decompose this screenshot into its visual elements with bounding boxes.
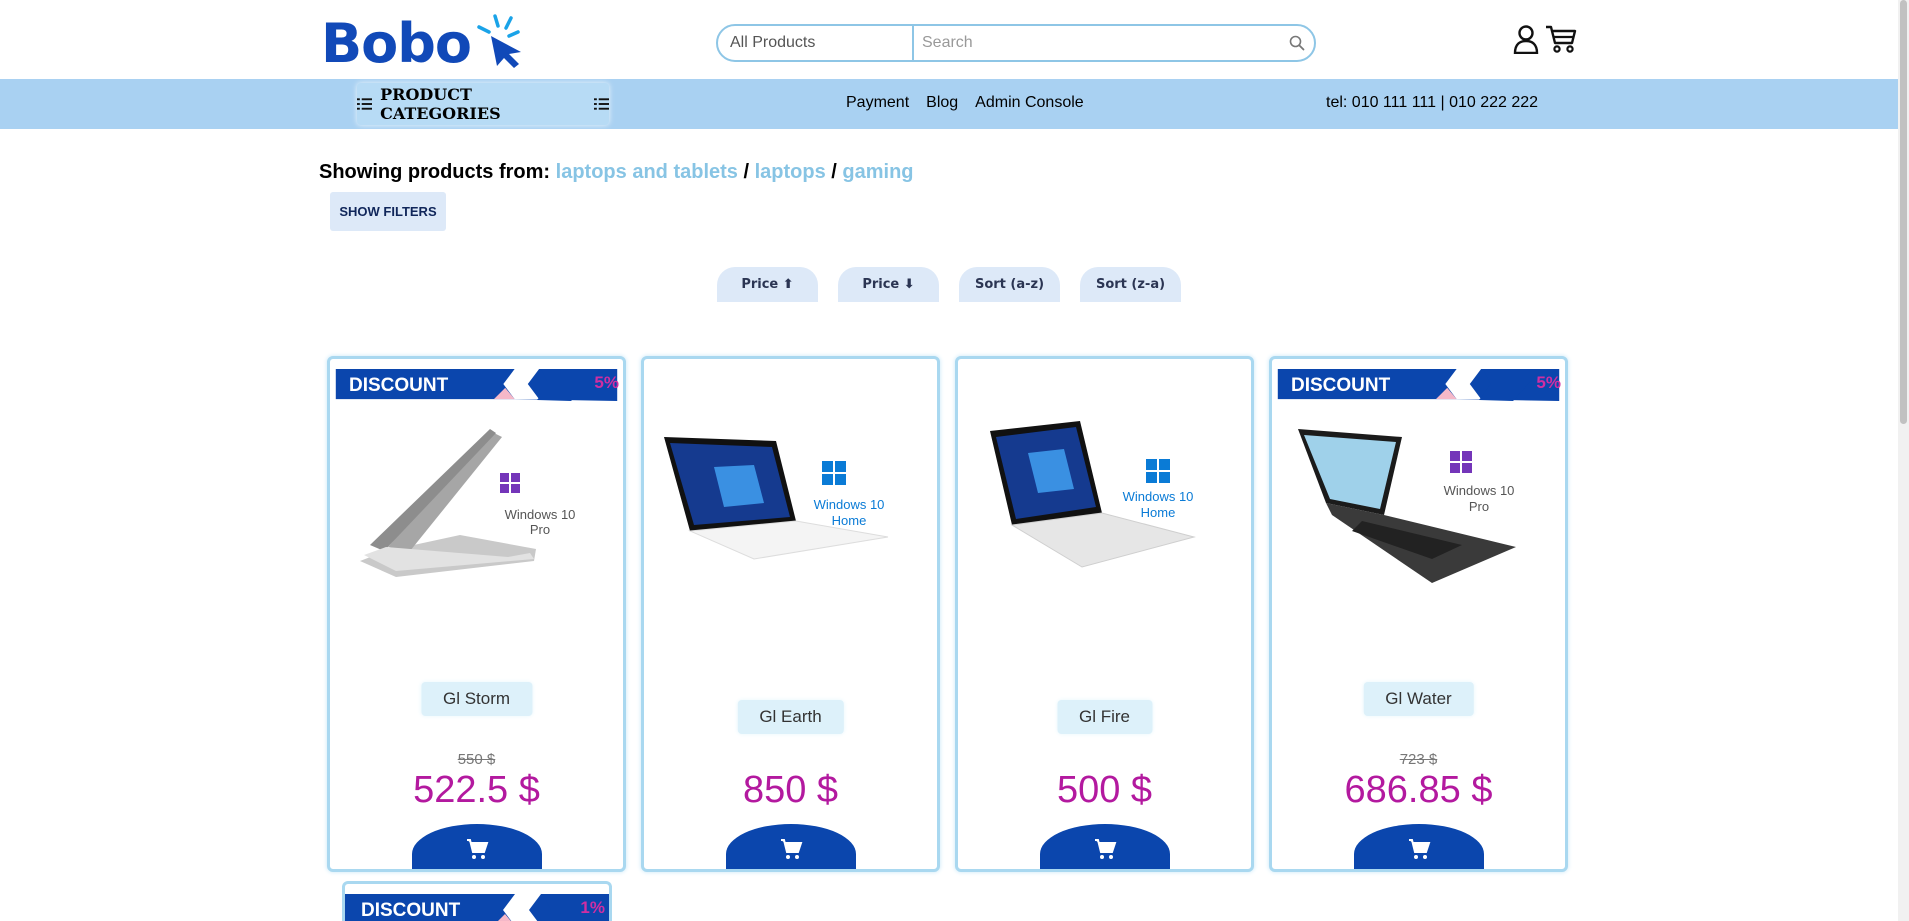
discount-label: DISCOUNT <box>361 900 461 921</box>
sort-z-a-button[interactable]: Sort (z-a) <box>1080 267 1181 302</box>
os-label: Windows 10 <box>1444 483 1515 498</box>
old-price: 550 $ <box>457 751 496 768</box>
sort-a-z-button[interactable]: Sort (a-z) <box>959 267 1060 302</box>
breadcrumb: Showing products from: laptops and table… <box>319 161 914 184</box>
product-price: 850 $ <box>742 769 839 811</box>
search-category-select[interactable]: All Products <box>718 26 914 60</box>
discount-label: DISCOUNT <box>1291 375 1391 396</box>
product-image: Windows 10 Home <box>990 421 1196 568</box>
list-icon <box>357 98 373 110</box>
add-to-cart-button[interactable] <box>1353 824 1484 869</box>
search-bar: All Products <box>716 24 1316 62</box>
product-categories-label: PRODUCT CATEGORIES <box>380 85 501 123</box>
list-icon <box>593 98 609 110</box>
os-label: Windows 10 <box>505 507 576 522</box>
product-price: 500 $ <box>1056 769 1153 811</box>
nav-link-admin-console[interactable]: Admin Console <box>975 94 1084 112</box>
breadcrumb-item[interactable]: laptops and tablets <box>556 161 738 183</box>
sort-price-desc-button[interactable]: Price ⬇ <box>838 267 939 302</box>
show-filters-button[interactable]: SHOW FILTERS <box>330 192 446 231</box>
search-icon <box>1289 35 1305 51</box>
product-card[interactable]: DISCOUNT 1% <box>342 881 612 921</box>
product-name[interactable]: Gl Storm <box>420 682 533 716</box>
product-image: Windows 10 Home <box>664 437 889 560</box>
os-label: Windows 10 <box>814 497 885 512</box>
product-card[interactable]: Windows 10 Home Gl Earth 850 $ <box>641 356 940 872</box>
discount-percent: 5% <box>1536 373 1561 392</box>
product-card[interactable]: Windows 10 Home Gl Fire 500 $ <box>955 356 1254 872</box>
os-edition: Pro <box>1469 499 1489 514</box>
cart-icon <box>780 839 802 859</box>
brand-name: Bobo <box>321 12 472 75</box>
brand-logo[interactable]: Bobo <box>321 14 531 74</box>
nav-links: Payment Blog Admin Console <box>846 94 1084 112</box>
product-price: 686.85 $ <box>1344 769 1493 811</box>
product-name[interactable]: Gl Earth <box>737 700 844 734</box>
discount-label: DISCOUNT <box>349 375 449 396</box>
product-card[interactable]: DISCOUNT 5% Windows 10 Pro Gl Storm 550 … <box>327 356 626 872</box>
user-icon[interactable] <box>1512 24 1540 54</box>
breadcrumb-prefix: Showing products from: <box>319 161 551 183</box>
scrollbar-thumb[interactable] <box>1900 0 1907 424</box>
search-input[interactable] <box>914 26 1280 60</box>
search-button[interactable] <box>1280 26 1314 60</box>
product-card[interactable]: DISCOUNT 5% Windows 10 Pro Gl Water 723 … <box>1269 356 1568 872</box>
nav-link-payment[interactable]: Payment <box>846 94 909 112</box>
breadcrumb-separator: / <box>831 161 837 183</box>
product-image: Windows 10 Pro <box>360 429 576 577</box>
product-categories-button[interactable]: PRODUCT CATEGORIES <box>357 83 609 125</box>
old-price: 723 $ <box>1399 751 1438 768</box>
phone-numbers: tel: 010 111 111 | 010 222 222 <box>1326 94 1539 111</box>
discount-percent: 5% <box>594 373 619 392</box>
page: Bobo All Products Search PRODUCT CATEGOR… <box>0 0 1909 921</box>
cart-icon <box>466 839 488 859</box>
product-price: 522.5 $ <box>413 769 540 811</box>
cart-icon <box>1094 839 1116 859</box>
nav-link-blog[interactable]: Blog <box>926 94 958 112</box>
product-image: Windows 10 Pro <box>1298 429 1516 583</box>
add-to-cart-button[interactable] <box>411 824 542 869</box>
add-to-cart-button[interactable] <box>725 824 856 869</box>
sort-price-asc-button[interactable]: Price ⬆ <box>717 267 818 302</box>
product-name[interactable]: Gl Water <box>1363 682 1474 716</box>
product-name[interactable]: Gl Fire <box>1057 700 1152 734</box>
os-edition: Pro <box>530 522 550 537</box>
cart-icon <box>1408 839 1430 859</box>
discount-percent: 1% <box>580 898 605 917</box>
sort-options: Price ⬆ Price ⬇ Sort (a-z) Sort (z-a) <box>717 267 1181 302</box>
scrollbar[interactable] <box>1898 0 1909 921</box>
os-label: Windows 10 <box>1123 489 1194 504</box>
os-edition: Home <box>832 513 867 528</box>
cart-icon[interactable] <box>1545 24 1577 54</box>
breadcrumb-item[interactable]: gaming <box>842 161 913 183</box>
os-edition: Home <box>1141 505 1176 520</box>
breadcrumb-separator: / <box>743 161 750 183</box>
add-to-cart-button[interactable] <box>1039 824 1170 869</box>
breadcrumb-item[interactable]: laptops <box>755 161 826 183</box>
cursor-click-icon <box>477 14 522 68</box>
